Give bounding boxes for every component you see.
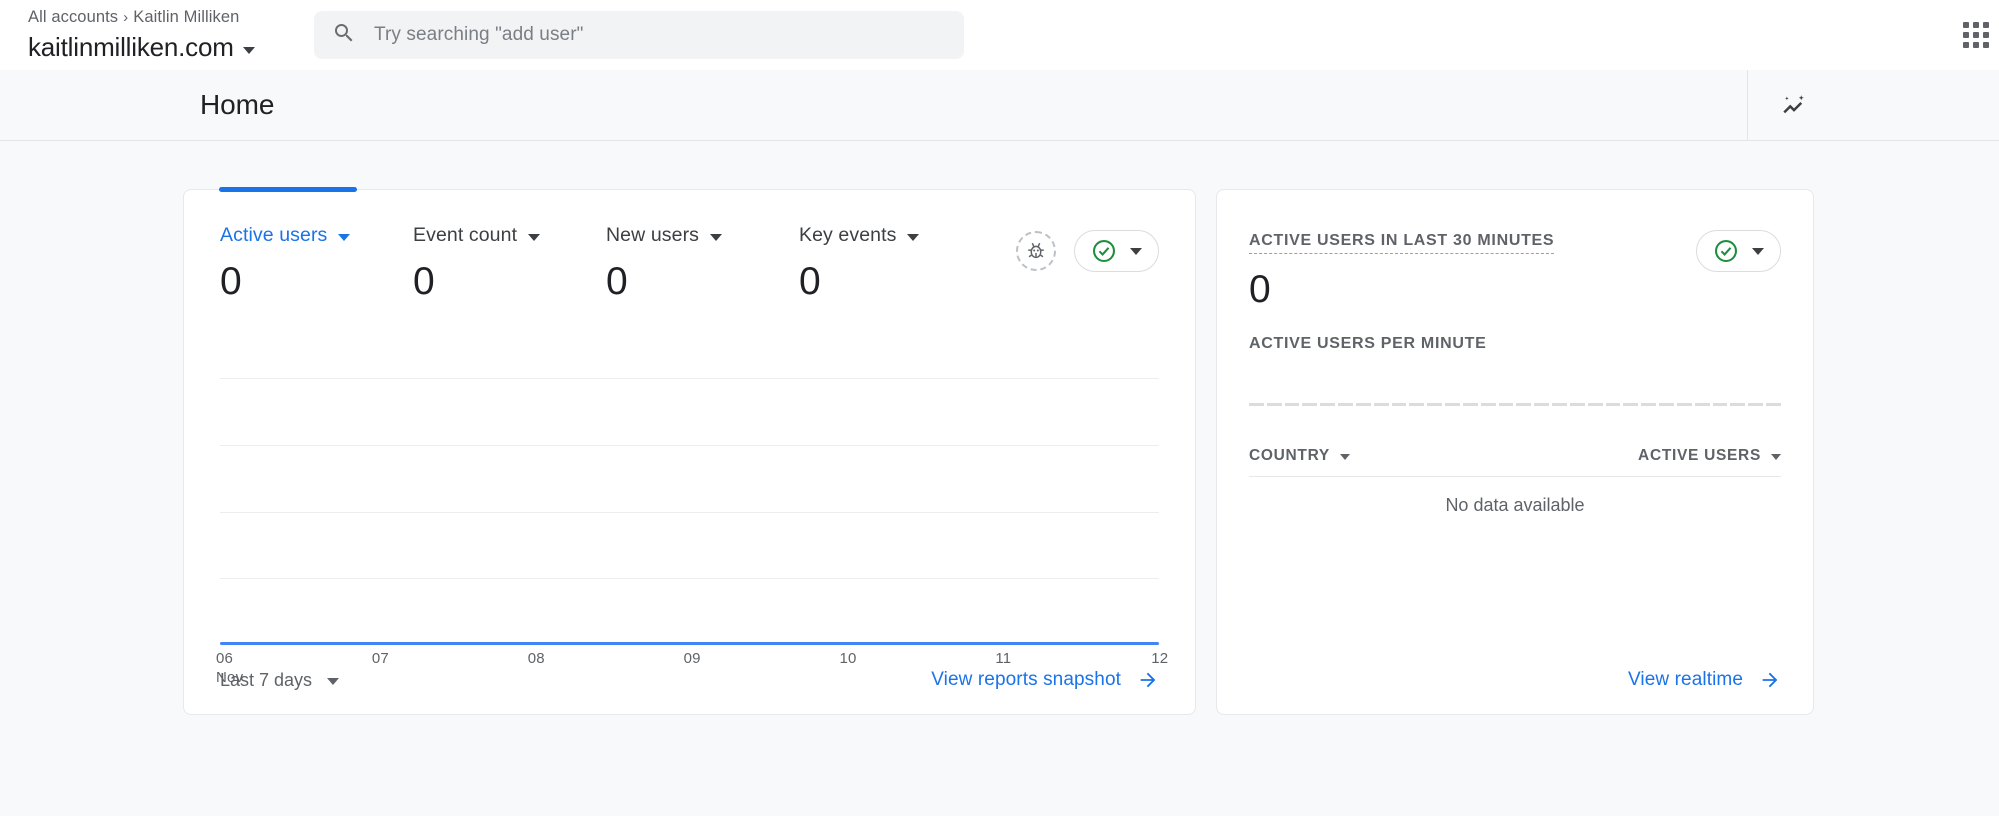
metric-tab-key-events[interactable]: Key events 0 <box>799 224 992 304</box>
property-switcher[interactable]: kaitlinmilliken.com <box>28 31 300 63</box>
chevron-down-icon <box>1771 453 1781 460</box>
insights-panel-cell <box>1747 70 1999 140</box>
realtime-card-actions <box>1696 230 1781 272</box>
metric-label: New users <box>606 224 700 246</box>
realtime-table-header: COUNTRY ACTIVE USERS <box>1249 435 1781 477</box>
cards-row: Active users 0 Event count 0 New users 0… <box>0 187 1999 715</box>
account-selector[interactable]: All accounts › Kaitlin Milliken kaitlinmil… <box>0 7 300 63</box>
overview-card: Active users 0 Event count 0 New users 0… <box>183 187 1196 715</box>
metric-value: 0 <box>799 260 821 303</box>
breadcrumb-all-accounts[interactable]: All accounts <box>28 8 118 26</box>
overview-card-footer: Last 7 days View reports snapshot <box>184 646 1195 714</box>
breadcrumb-separator-icon: › <box>123 9 129 26</box>
chevron-down-icon <box>1752 247 1764 255</box>
metric-value: 0 <box>413 260 435 303</box>
realtime-active-users-value: 0 <box>1249 268 1271 311</box>
top-bar: All accounts › Kaitlin Milliken kaitlinmil… <box>0 0 1999 70</box>
active-users-chart <box>220 350 1159 645</box>
column-header-active-users[interactable]: ACTIVE USERS <box>1638 447 1781 465</box>
chevron-down-icon <box>710 233 723 241</box>
realtime-status-selector[interactable] <box>1696 230 1781 272</box>
data-quality-mascot-icon[interactable] <box>1016 231 1056 271</box>
property-name: kaitlinmilliken.com <box>28 32 234 62</box>
insights-sparkline-icon[interactable] <box>1770 81 1818 129</box>
metric-label: Active users <box>220 224 328 246</box>
column-header-country[interactable]: COUNTRY <box>1249 447 1350 465</box>
link-label: View realtime <box>1628 669 1743 690</box>
chevron-down-icon <box>528 233 541 241</box>
active-users-per-minute-label: ACTIVE USERS PER MINUTE <box>1249 335 1487 352</box>
metric-tab-new-users[interactable]: New users 0 <box>606 224 799 304</box>
data-status-selector[interactable] <box>1074 230 1159 272</box>
metric-tab-event-count[interactable]: Event count 0 <box>413 224 606 304</box>
search-box[interactable] <box>314 11 964 59</box>
search-input[interactable] <box>374 24 946 46</box>
metric-label: Event count <box>413 224 518 246</box>
main-content: Active users 0 Event count 0 New users 0… <box>0 141 1999 816</box>
metric-value: 0 <box>606 260 628 303</box>
chevron-down-icon <box>327 677 340 685</box>
chevron-down-icon <box>1339 453 1350 460</box>
active-metric-indicator <box>219 187 357 192</box>
metric-label: Key events <box>799 224 897 246</box>
realtime-card-title: ACTIVE USERS IN LAST 30 MINUTES <box>1249 232 1555 254</box>
google-apps-grid-icon[interactable] <box>1963 20 1993 50</box>
metric-tab-active-users[interactable]: Active users 0 <box>220 224 413 304</box>
chart-series-line <box>220 642 1159 645</box>
breadcrumb-account-name[interactable]: Kaitlin Milliken <box>133 8 239 26</box>
date-range-selector[interactable]: Last 7 days <box>220 669 340 691</box>
date-range-label: Last 7 days <box>220 669 313 690</box>
realtime-table-empty-message: No data available <box>1445 495 1585 515</box>
link-label: View reports snapshot <box>931 669 1121 690</box>
arrow-right-icon <box>1762 672 1778 688</box>
overview-card-actions <box>1016 230 1159 272</box>
check-circle-icon <box>1093 240 1115 262</box>
check-circle-icon <box>1715 240 1737 262</box>
arrow-right-icon <box>1140 672 1156 688</box>
chevron-down-icon <box>338 233 351 241</box>
view-realtime-link[interactable]: View realtime <box>1628 669 1781 691</box>
realtime-card-footer: View realtime <box>1217 646 1813 714</box>
page-title: Home <box>200 89 275 120</box>
breadcrumb: All accounts › Kaitlin Milliken <box>28 7 300 28</box>
chevron-down-icon <box>1130 247 1142 255</box>
metric-value: 0 <box>220 260 242 303</box>
chevron-down-icon <box>242 46 255 54</box>
view-reports-snapshot-link[interactable]: View reports snapshot <box>931 669 1159 691</box>
page-header: Home <box>0 70 1999 141</box>
chevron-down-icon <box>907 233 920 241</box>
realtime-card: ACTIVE USERS IN LAST 30 MINUTES 0 ACTIVE… <box>1216 189 1814 715</box>
search-icon <box>332 21 356 50</box>
active-users-per-minute-chart <box>1249 403 1781 406</box>
